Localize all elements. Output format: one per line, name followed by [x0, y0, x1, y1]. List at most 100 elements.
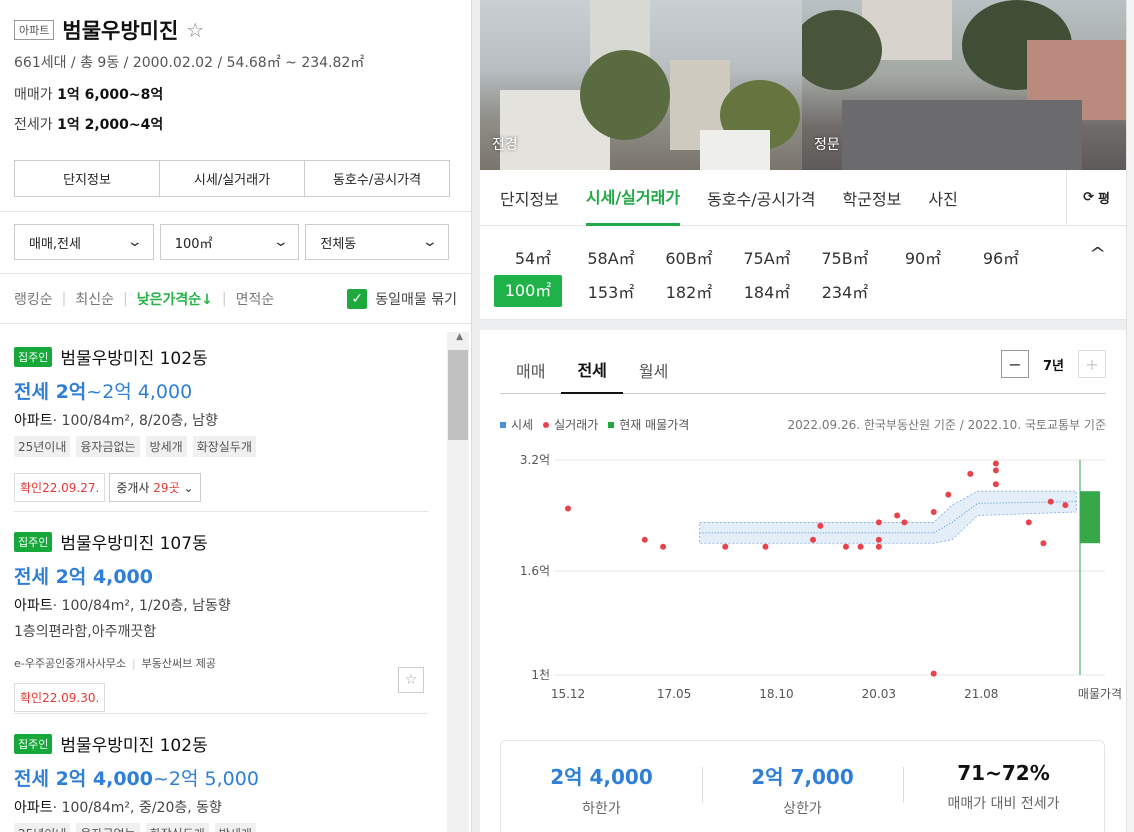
area-option[interactable]: 184㎡	[728, 279, 806, 303]
sort-low-price[interactable]: 낮은가격순↓	[137, 289, 213, 309]
chevron-down-icon: ⌄	[126, 234, 144, 250]
tab-price[interactable]: 시세/실거래가	[585, 170, 681, 226]
list-item[interactable]: 집주인 범물우방미진 102동 전세 2억 4,000~2억 5,000 아파트…	[14, 731, 428, 832]
chart-legend: 시세 실거래가 현재 매물가격 2022.09.26. 한국부동산원 기준 / …	[500, 416, 1106, 433]
trade-point	[894, 512, 901, 519]
listing-name: 범물우방미진 102동	[60, 349, 208, 369]
checkbox-checked-icon[interactable]: ✓	[347, 288, 368, 309]
area-option[interactable]: 182㎡	[650, 279, 728, 303]
trade-point	[817, 522, 824, 529]
photo-gate[interactable]: 정문	[802, 0, 1126, 170]
trade-type-value: 매매,전세	[29, 236, 81, 252]
listing-description: 1층의편라함,아주깨끗함	[14, 624, 157, 640]
market-price-band	[699, 490, 1077, 544]
owner-badge: 집주인	[14, 733, 53, 754]
tab-complex-info[interactable]: 단지정보	[500, 170, 559, 226]
sale-value: 1억 6,000~8억	[57, 87, 164, 103]
confirm-date: 확인22.09.27.	[14, 473, 106, 502]
tab-complex-info[interactable]: 단지정보	[15, 161, 160, 196]
tab-monthly[interactable]: 월세	[623, 346, 684, 394]
divider	[14, 511, 428, 512]
unit-toggle-button[interactable]: ⟳ 평	[1066, 169, 1126, 226]
trade-point	[875, 543, 882, 550]
period-decrease-button[interactable]: −	[1000, 350, 1029, 378]
tab-price[interactable]: 시세/실거래가	[160, 161, 305, 196]
legend-item: 현재 매물가격	[619, 418, 690, 432]
refresh-icon: ⟳	[1083, 190, 1094, 205]
favorite-star-icon[interactable]: ☆	[398, 667, 424, 693]
lease-value: 1억 2,000~4억	[57, 117, 164, 133]
agents-dropdown[interactable]: 중개사 29곳 ⌄	[109, 473, 201, 502]
chart-tabs: 매매 전세 월세 − 7년 +	[500, 346, 1106, 394]
trade-point	[1062, 502, 1069, 509]
tag: 25년이내	[14, 823, 71, 832]
complex-name: 범물우방미진	[62, 19, 179, 43]
price-chart[interactable]: 3.2억 1.6억 1천15.12 17.05 18.10 20.03 21.08 매물가격	[480, 440, 1126, 710]
trade-point	[857, 543, 864, 550]
complex-meta: 661세대 / 총 9동 / 2000.02.02 / 54.68㎡ ~ 234…	[14, 55, 365, 71]
photo-label: 정문	[814, 137, 840, 153]
sale-label: 매매가	[14, 87, 53, 103]
trade-point	[660, 543, 667, 550]
summary-low: 2억 4,000 하한가	[550, 765, 653, 817]
list-item[interactable]: 집주인 범물우방미진 102동 전세 2억~2억 4,000 아파트· 100/…	[14, 344, 428, 502]
tab-sale[interactable]: 매매	[500, 346, 561, 394]
tag: 화장실두개	[145, 823, 209, 832]
area-option[interactable]: 60B㎡	[650, 245, 728, 269]
agent-name[interactable]: e-우주공인중개사사무소	[14, 657, 126, 670]
confirm-date: 확인22.09.30.	[14, 683, 106, 712]
sort-latest[interactable]: 최신순	[75, 289, 114, 309]
window-edge	[1126, 0, 1134, 832]
area-option[interactable]: 75A㎡	[728, 245, 806, 269]
trade-point	[722, 543, 729, 550]
area-option[interactable]: 96㎡	[962, 245, 1040, 269]
area-option[interactable]: 153㎡	[572, 279, 650, 303]
y-tick-label: 1.6억	[520, 564, 550, 578]
area-option[interactable]: 234㎡	[806, 279, 884, 303]
tag: 융자금없는	[76, 436, 140, 457]
tag: 방세개	[214, 823, 256, 832]
photo-overview[interactable]: 전경	[480, 0, 802, 170]
summary-ratio: 71~72% 매매가 대비 전세가	[903, 741, 1104, 832]
trade-point	[762, 543, 769, 550]
trade-type-dropdown[interactable]: 매매,전세 ⌄	[14, 224, 154, 260]
area-dropdown[interactable]: 100㎡ ⌄	[159, 224, 300, 260]
scrollbar-thumb[interactable]	[448, 350, 468, 440]
lease-label: 전세가	[14, 117, 53, 133]
listing-spec: 아파트· 100/84m², 중/20층, 동향	[14, 800, 222, 816]
y-tick-label: 3.2억	[520, 453, 550, 467]
sort-area[interactable]: 면적순	[236, 289, 275, 309]
area-option-selected[interactable]: 100㎡	[494, 275, 562, 307]
trade-point	[1047, 498, 1054, 505]
building-dropdown[interactable]: 전체동 ⌄	[305, 224, 449, 260]
chevron-down-icon: ⌄	[272, 234, 289, 250]
sort-bar: 랭킹순 | 최신순 | 낮은가격순↓ | 면적순 ✓ 동일매물 묶기	[0, 274, 471, 324]
listing-tags: 25년이내 융자금없는 화장실두개 방세개	[14, 823, 428, 832]
tab-school[interactable]: 학군정보	[843, 170, 902, 226]
type-badge: 아파트	[14, 20, 55, 40]
tab-lease[interactable]: 전세	[561, 346, 623, 394]
area-option[interactable]: 90㎡	[884, 245, 962, 269]
group-same-listing-toggle[interactable]: ✓ 동일매물 묶기	[347, 288, 457, 309]
tab-photos[interactable]: 사진	[928, 170, 957, 226]
collapse-caret-icon[interactable]: ^	[1089, 244, 1106, 263]
period-increase-button[interactable]: +	[1078, 350, 1106, 378]
favorite-star-icon[interactable]: ☆	[186, 18, 204, 42]
list-item[interactable]: 집주인 범물우방미진 107동 전세 2억 4,000 아파트· 100/84m…	[14, 529, 428, 712]
trade-point	[565, 505, 571, 512]
area-option[interactable]: 75B㎡	[806, 245, 884, 269]
sort-ranking[interactable]: 랭킹순	[14, 289, 53, 309]
tab-units[interactable]: 동호수/공시가격	[707, 170, 815, 226]
trade-point	[930, 509, 937, 516]
sale-price-row: 매매가 1억 6,000~8억	[14, 84, 457, 104]
area-option[interactable]: 58A㎡	[572, 245, 650, 269]
area-option[interactable]: 54㎡	[494, 245, 572, 269]
x-tick-label: 21.08	[964, 687, 998, 701]
tab-units[interactable]: 동호수/공시가격	[305, 161, 449, 196]
trade-point	[875, 519, 882, 526]
agent-row: e-우주공인중개사사무소 | 부동산써브 제공	[14, 657, 216, 670]
panel-gutter	[472, 0, 480, 832]
tag: 25년이내	[14, 436, 71, 457]
owner-badge: 집주인	[14, 531, 53, 552]
scroll-up-arrow-icon[interactable]: ▲	[456, 332, 463, 342]
